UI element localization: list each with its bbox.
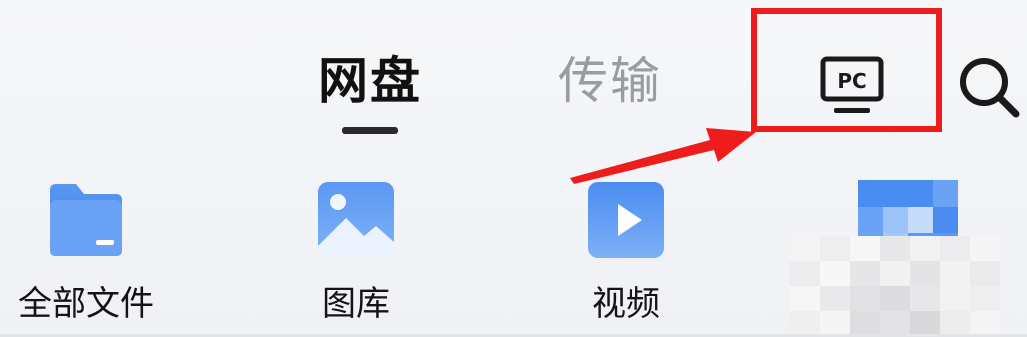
video-play-icon <box>588 182 664 258</box>
category-label: 全部文件 <box>18 284 154 324</box>
pc-monitor-icon: PC <box>820 56 884 113</box>
category-all-files[interactable]: 全部文件 <box>0 180 176 330</box>
app-screen: 网盘 传输 PC 全部文件 图库 视频 <box>0 0 1027 337</box>
category-video[interactable]: 视频 <box>536 180 716 330</box>
folder-icon <box>50 184 122 256</box>
pc-button[interactable]: PC <box>820 56 884 116</box>
category-label: 图库 <box>322 284 390 324</box>
annotation-arrow <box>570 128 756 184</box>
active-tab-indicator <box>342 127 398 134</box>
tab-cloud-drive[interactable]: 网盘 <box>318 46 422 116</box>
pc-icon-text: PC <box>837 69 866 93</box>
search-icon <box>960 58 1020 118</box>
blurred-area <box>790 236 1000 336</box>
search-button[interactable] <box>956 54 1020 118</box>
category-gallery[interactable]: 图库 <box>266 180 446 330</box>
image-icon <box>318 182 394 258</box>
tab-transfer[interactable]: 传输 <box>558 46 662 116</box>
category-label: 视频 <box>592 284 660 324</box>
